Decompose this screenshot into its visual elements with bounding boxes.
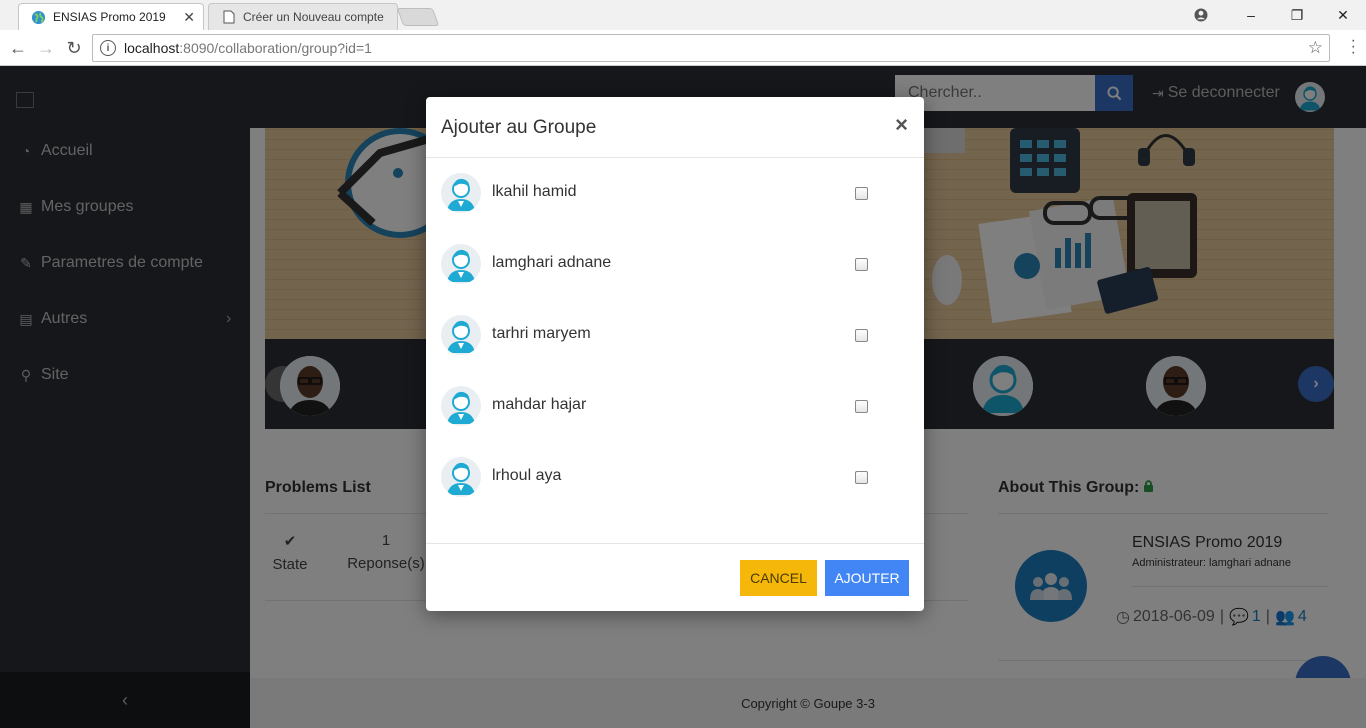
list-item: mahdar hajar: [441, 386, 909, 430]
minimize-icon[interactable]: –: [1228, 0, 1274, 30]
member-checkbox[interactable]: [855, 400, 868, 413]
member-avatar: [441, 457, 481, 497]
member-name: tarhri maryem: [492, 325, 591, 342]
close-icon[interactable]: ×: [895, 114, 908, 136]
modal-header: Ajouter au Groupe ×: [426, 97, 924, 158]
member-checkbox[interactable]: [855, 187, 868, 200]
member-name: lkahil hamid: [492, 183, 577, 200]
browser-menu-icon[interactable]: · · ·: [1351, 33, 1356, 61]
info-icon[interactable]: i: [100, 40, 116, 56]
browser-tab-active[interactable]: ENSIAS Promo 2019 ✕: [18, 3, 204, 30]
restore-icon[interactable]: ❐: [1274, 0, 1320, 30]
browser-tabbar: ENSIAS Promo 2019 ✕ Créer un Nouveau com…: [0, 0, 1366, 30]
bookmark-star-icon[interactable]: ☆: [1308, 38, 1323, 58]
tab-title: Créer un Nouveau compte: [243, 10, 384, 24]
member-checkbox[interactable]: [855, 471, 868, 484]
back-icon[interactable]: ←: [6, 36, 30, 60]
member-name: lrhoul aya: [492, 467, 562, 484]
add-button[interactable]: AJOUTER: [825, 560, 909, 596]
list-item: lamghari adnane: [441, 244, 909, 288]
url-host: localhost: [124, 40, 180, 56]
member-avatar: [441, 315, 481, 355]
list-item: tarhri maryem: [441, 315, 909, 359]
list-item: lkahil hamid: [441, 173, 909, 217]
modal-footer: CANCEL AJOUTER: [426, 543, 924, 611]
document-icon: [221, 10, 236, 25]
member-avatar: [441, 386, 481, 426]
list-item: lrhoul aya: [441, 457, 909, 501]
member-name: lamghari adnane: [492, 254, 612, 271]
new-tab-button[interactable]: [396, 8, 440, 26]
member-checkbox[interactable]: [855, 258, 868, 271]
globe-icon: [31, 10, 46, 25]
browser-tab-inactive[interactable]: Créer un Nouveau compte: [208, 3, 398, 30]
tab-title: ENSIAS Promo 2019: [53, 10, 166, 24]
reload-icon[interactable]: ↻: [62, 36, 86, 60]
member-avatar: [441, 173, 481, 213]
member-name: mahdar hajar: [492, 396, 587, 413]
member-avatar: [441, 244, 481, 284]
cancel-button[interactable]: CANCEL: [740, 560, 817, 596]
member-checkbox[interactable]: [855, 329, 868, 342]
modal-title: Ajouter au Groupe: [441, 117, 597, 138]
close-tab-icon[interactable]: ✕: [183, 9, 195, 26]
close-window-icon[interactable]: ✕: [1320, 0, 1366, 30]
account-icon[interactable]: [1178, 0, 1224, 30]
url-field[interactable]: i localhost:8090/collaboration/group?id=…: [92, 34, 1330, 62]
forward-icon[interactable]: →: [34, 36, 58, 60]
address-bar: ← → ↻ i localhost:8090/collaboration/gro…: [0, 30, 1366, 66]
url-path: :8090/collaboration/group?id=1: [179, 40, 372, 56]
add-to-group-modal: Ajouter au Groupe × lkahil hamid lamghar…: [426, 97, 924, 611]
